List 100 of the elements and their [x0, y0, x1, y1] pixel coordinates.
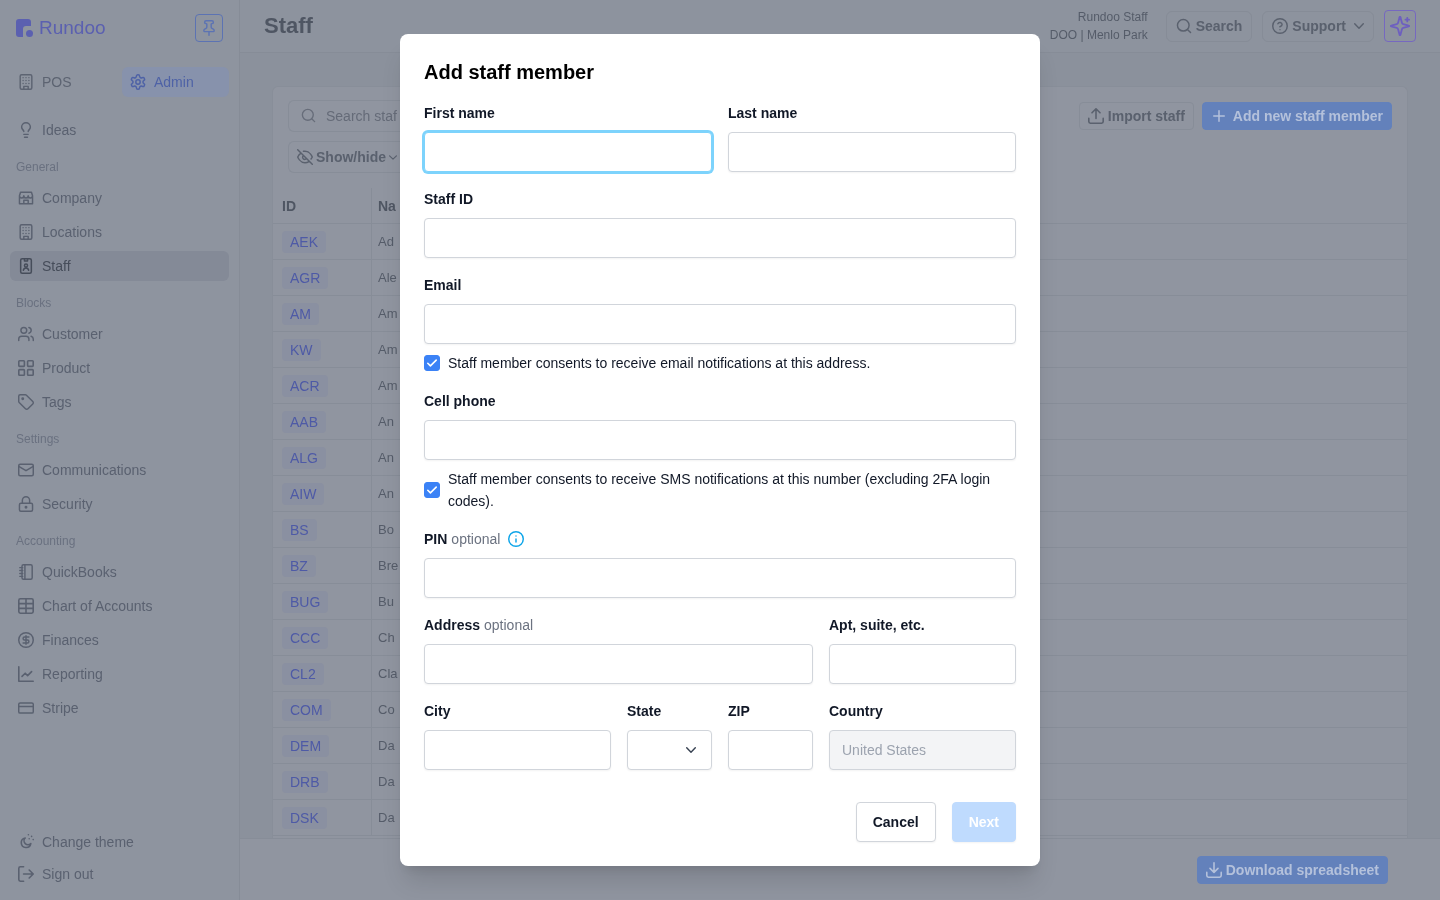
field-label: First name	[424, 105, 495, 121]
gear-icon	[130, 74, 146, 90]
field-label: Staff ID	[424, 191, 473, 207]
staff-name: Bu	[378, 594, 394, 609]
staff-name: An	[378, 414, 394, 429]
staff-id[interactable]: DEM	[282, 734, 330, 757]
staff-name: Da	[378, 738, 395, 753]
check-icon	[427, 359, 437, 367]
users-icon	[18, 326, 34, 342]
staff-name: Bre	[378, 558, 399, 573]
input-field[interactable]	[424, 132, 712, 172]
user-location: DOO | Menlo Park	[1049, 27, 1148, 44]
staff-id[interactable]: AM	[282, 302, 319, 325]
staff-name: Am	[378, 342, 398, 357]
add-staff-button[interactable]: Add new staff member	[1201, 102, 1392, 130]
sparkle-icon	[1390, 16, 1410, 36]
field-label: Address	[424, 617, 481, 633]
staff-id[interactable]: BS	[282, 518, 317, 541]
staff-name: Cla	[378, 666, 398, 681]
lock-icon	[18, 496, 34, 512]
staff-id[interactable]: ALG	[282, 446, 326, 469]
sign-out-icon	[18, 866, 34, 882]
dollar-coin-icon	[18, 632, 34, 648]
download-button[interactable]: Download spreadsheet	[1196, 855, 1388, 884]
input-field[interactable]	[424, 558, 1016, 598]
field-label: Last name	[728, 105, 798, 121]
search-icon	[301, 108, 316, 123]
staff-name: Da	[378, 774, 395, 789]
caret-icon	[389, 154, 397, 160]
plus-icon	[1212, 110, 1225, 122]
caret-icon	[686, 747, 696, 753]
staff-name: Ad	[378, 234, 394, 249]
staff-id[interactable]: BUG	[282, 590, 329, 613]
table-icon	[18, 598, 34, 614]
tag-icon	[18, 394, 34, 410]
mode-tab[interactable]: Admin	[122, 67, 229, 97]
consent-text: Staff member consents to receive SMS notifications at this number (excluding 2FA login codes).	[448, 470, 992, 511]
consent-text: Staff member consents to receive email notifications at this address.	[448, 354, 872, 373]
field-label: Email	[424, 277, 462, 293]
field-label: Country	[829, 703, 883, 719]
staff-id[interactable]: CCC	[282, 626, 329, 649]
field-label: City	[424, 703, 451, 719]
grid-icon	[18, 360, 34, 376]
staff-id[interactable]: AAB	[282, 410, 326, 433]
input-field[interactable]	[829, 644, 1016, 684]
check-icon	[427, 486, 437, 494]
input-field[interactable]	[424, 304, 1016, 344]
input-field[interactable]	[424, 730, 611, 770]
select-field[interactable]	[627, 730, 712, 770]
staff-id[interactable]: BZ	[282, 554, 316, 577]
staff-id[interactable]: KW	[282, 338, 321, 361]
pin-button[interactable]	[195, 14, 223, 42]
staff-name: Am	[378, 378, 398, 393]
input-field[interactable]	[424, 420, 1016, 460]
cancel-button[interactable]: Cancel	[855, 802, 936, 842]
search-icon	[1175, 18, 1192, 34]
line-chart-icon	[18, 666, 34, 682]
envelope-icon	[18, 462, 34, 478]
dialog-title: Add staff member	[424, 60, 596, 85]
caret-icon	[1354, 23, 1364, 29]
staff-name: Ale	[378, 270, 397, 285]
staff-name: Ch	[378, 630, 395, 645]
staff-id[interactable]: DSK	[282, 806, 327, 829]
input-field[interactable]	[424, 218, 1016, 258]
field-label: State	[627, 703, 662, 719]
staff-id[interactable]: AGR	[282, 266, 329, 289]
optional-note: optional	[484, 617, 534, 633]
staff-id[interactable]: AEK	[282, 230, 326, 253]
pin-icon	[203, 20, 215, 36]
optional-note: optional	[451, 531, 501, 547]
column-header: ID	[282, 197, 296, 214]
staff-id[interactable]: AIW	[282, 482, 325, 505]
checkbox[interactable]	[424, 355, 440, 371]
checkbox[interactable]	[424, 482, 440, 498]
staff-name: An	[378, 450, 394, 465]
field-label: Cell phone	[424, 393, 496, 409]
staff-name: Bo	[378, 522, 394, 537]
storefront-icon	[18, 190, 34, 206]
credit-card-icon	[18, 700, 34, 716]
staff-id[interactable]: CL2	[282, 662, 324, 685]
staff-name: Am	[378, 306, 398, 321]
input-field[interactable]	[728, 132, 1016, 172]
sparkle-button[interactable]	[1384, 10, 1416, 42]
help-icon	[1272, 18, 1289, 34]
column-header: Na	[378, 197, 396, 214]
building-icon	[18, 224, 34, 240]
lightbulb-icon	[18, 122, 34, 138]
staff-id[interactable]: DRB	[282, 770, 328, 793]
staff-name: Da	[378, 810, 395, 825]
staff-id[interactable]: ACR	[282, 374, 328, 397]
input-field[interactable]	[728, 730, 813, 770]
upload-icon	[1087, 108, 1104, 124]
staff-id[interactable]: COM	[282, 698, 331, 721]
notebook-icon	[18, 564, 34, 580]
sidebar-item[interactable]: Staff	[10, 251, 229, 281]
page-title: Staff	[264, 12, 313, 40]
input-field[interactable]	[424, 644, 813, 684]
staff-name: Co	[378, 702, 395, 717]
staff-name: An	[378, 486, 394, 501]
building-icon	[18, 74, 34, 90]
